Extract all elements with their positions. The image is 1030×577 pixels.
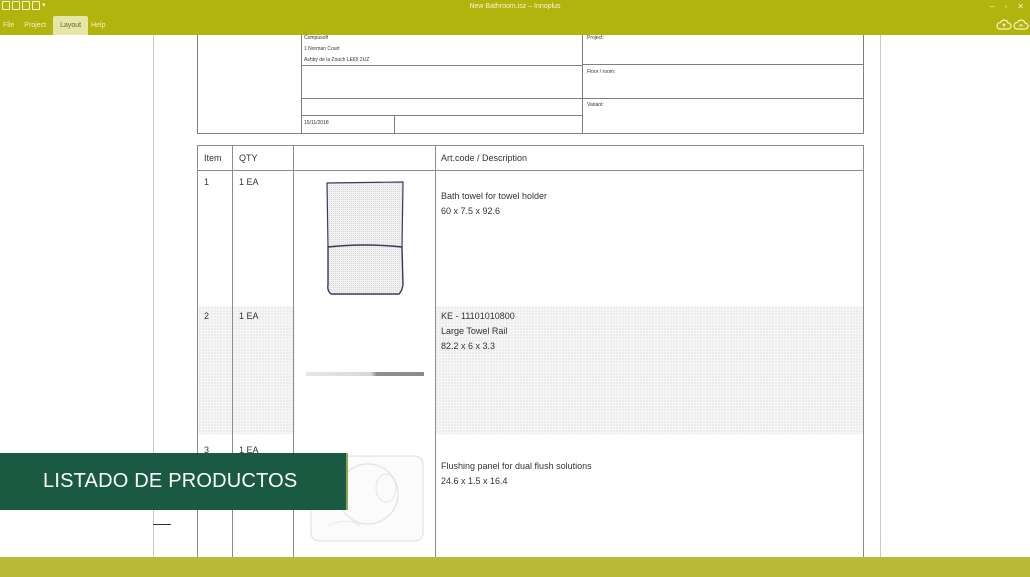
row-1-name: Bath towel for towel holder (441, 191, 548, 201)
image-cell-background (295, 306, 436, 434)
header-divider (582, 35, 583, 133)
title-bar: ▾ New Bathroom.isz – Innoplus – ▫ ✕ (0, 0, 1030, 16)
cloud-sync-icon[interactable] (1013, 18, 1029, 32)
column-header-item: Item (204, 153, 222, 163)
row-1-qty: 1 EA (239, 177, 259, 187)
project-label: Project: (587, 35, 604, 41)
company-name: Compusoft (304, 35, 329, 41)
restore-button[interactable]: ▫ (1004, 0, 1007, 14)
company-address-2: Ashby de la Zouch LE65 2UZ (304, 57, 370, 63)
menu-bar: File Project Layout Help (0, 16, 1030, 35)
row-2-qty: 1 EA (239, 311, 259, 321)
row-1-item: 1 (204, 177, 210, 187)
document-header-box: Compusoft 1 Norman Court Ashby de la Zou… (197, 35, 864, 134)
bath-towel-image (326, 181, 404, 295)
banner-title: LISTADO DE PRODUCTOS (43, 470, 298, 492)
window-title: New Bathroom.isz – Innoplus (469, 3, 561, 10)
menu-help[interactable]: Help (88, 16, 112, 35)
menu-project[interactable]: Project (21, 16, 53, 35)
company-address-1: 1 Norman Court (304, 46, 340, 52)
header-divider (301, 98, 582, 99)
menu-layout[interactable]: Layout (53, 16, 89, 35)
floor-room-label: Floor / room: (587, 69, 616, 75)
header-divider (301, 35, 302, 133)
column-divider (435, 146, 436, 557)
row-3-name: Flushing panel for dual flush solutions (441, 461, 592, 471)
header-divider (582, 98, 864, 99)
bottom-band (0, 557, 1030, 577)
row-2-name: Large Towel Rail (441, 326, 508, 336)
variant-label: Variant: (587, 102, 604, 108)
page-tick-mark (153, 524, 171, 525)
header-divider (582, 64, 864, 65)
row-3-dims: 24.6 x 1.5 x 16.4 (441, 476, 508, 486)
header-divider (394, 115, 395, 133)
row-2-item: 2 (204, 311, 210, 321)
section-title-banner: LISTADO DE PRODUCTOS (0, 453, 348, 510)
towel-rail-image (306, 372, 424, 376)
menu-tabs: File Project Layout Help (0, 16, 113, 35)
document-date: 15/11/2018 (304, 120, 329, 126)
header-divider (301, 65, 582, 66)
row-2-code: KE - 11101010800 (441, 311, 515, 321)
column-header-description: Art.code / Description (441, 153, 528, 163)
row-1-dims: 60 x 7.5 x 92.6 (441, 206, 501, 216)
window-controls: – ▫ ✕ (990, 0, 1024, 14)
page-right-margin (880, 35, 881, 557)
header-divider (301, 115, 582, 116)
column-header-qty: QTY (239, 153, 258, 163)
header-row-divider (198, 170, 863, 171)
minimize-button[interactable]: – (990, 0, 994, 14)
row-2-dims: 82.2 x 6 x 3.3 (441, 341, 496, 351)
menu-file[interactable]: File (0, 16, 21, 35)
close-button[interactable]: ✕ (1017, 0, 1024, 14)
cloud-upload-icon[interactable] (996, 18, 1012, 32)
